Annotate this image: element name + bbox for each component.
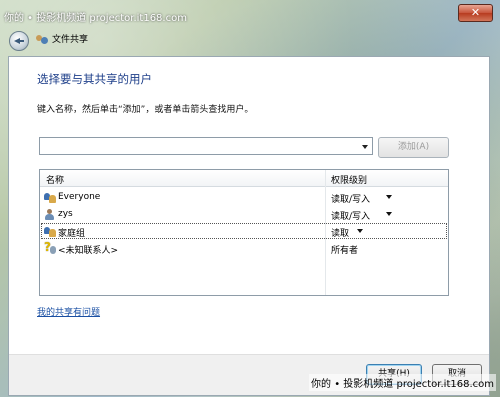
page-title: 选择要与其共享的用户 xyxy=(37,72,152,86)
watermark-top: 你的 • 投影机频道 projector.it168.com xyxy=(4,13,187,24)
close-button[interactable]: ✕ xyxy=(458,4,493,22)
dropdown-arrow-icon[interactable] xyxy=(362,145,368,149)
add-button[interactable]: 添加(A) xyxy=(378,137,449,158)
row-permission[interactable]: 读取/写入 xyxy=(331,192,370,205)
row-name: zys xyxy=(58,209,73,219)
row-permission[interactable]: 读取 xyxy=(331,226,349,239)
row-permission[interactable]: 读取/写入 xyxy=(331,209,370,222)
help-link[interactable]: 我的共享有问题 xyxy=(37,305,100,318)
row-name: 家庭组 xyxy=(58,229,86,239)
share-user-list: 名称 权限级别 Everyone 读取/写入 zys 读取/写入 家庭组 读取 … xyxy=(39,169,449,296)
dialog-panel: 选择要与其共享的用户 键入名称，然后单击“添加”，或者单击箭头查找用户。 添加(… xyxy=(8,56,490,396)
row-name: Everyone xyxy=(58,192,101,202)
list-header: 名称 权限级别 xyxy=(40,170,448,187)
permission-dropdown-icon[interactable] xyxy=(386,212,392,216)
permission-dropdown-icon[interactable] xyxy=(357,229,363,233)
name-input[interactable] xyxy=(39,137,373,155)
column-header-permission[interactable]: 权限级别 xyxy=(331,173,367,186)
column-header-name[interactable]: 名称 xyxy=(46,173,64,186)
list-row-unknown-contact[interactable]: <未知联系人> 所有者 xyxy=(40,240,448,257)
row-name: <未知联系人> xyxy=(58,246,119,256)
file-share-icon xyxy=(36,33,48,44)
back-arrow-icon[interactable] xyxy=(9,31,29,51)
list-row-homegroup[interactable]: 家庭组 读取 xyxy=(40,223,448,240)
window-title-text: 文件共享 xyxy=(52,35,89,45)
focus-rectangle xyxy=(41,223,447,239)
watermark-bottom: 你的 • 投影机频道 projector.it168.com xyxy=(309,374,496,391)
window-title: 文件共享 xyxy=(36,32,88,45)
permission-dropdown-icon[interactable] xyxy=(386,195,392,199)
unknown-contact-icon xyxy=(44,240,56,254)
group-icon xyxy=(44,226,56,237)
row-permission: 所有者 xyxy=(331,246,359,256)
list-row-everyone[interactable]: Everyone 读取/写入 xyxy=(40,189,448,206)
user-icon xyxy=(44,209,56,220)
list-row-zys[interactable]: zys 读取/写入 xyxy=(40,206,448,223)
group-icon xyxy=(44,192,56,203)
instruction-text: 键入名称，然后单击“添加”，或者单击箭头查找用户。 xyxy=(37,105,254,115)
